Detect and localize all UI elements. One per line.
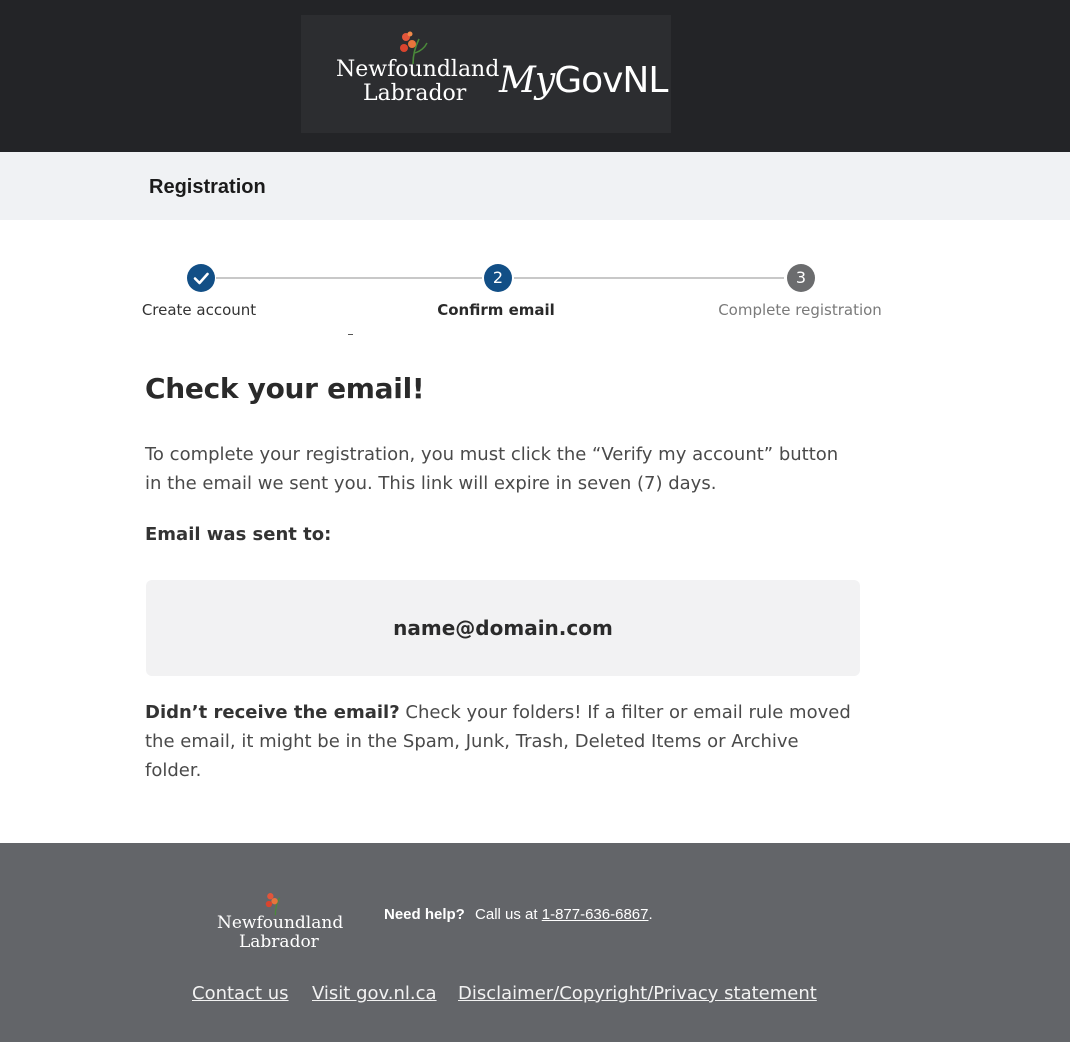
didnt-receive-text: Didn’t receive the email? Check your fol… [145, 698, 857, 785]
site-footer: Newfoundland Labrador Need help? Call us… [0, 843, 1070, 1042]
phone-link[interactable]: 1-877-636-6867 [542, 906, 649, 923]
stepper-connector-1 [216, 277, 482, 279]
help-label: Need help? [384, 906, 465, 923]
step-label-confirm-email: Confirm email [437, 301, 555, 319]
mygovnl-wordmark: MyGovNL [499, 60, 668, 101]
mygovnl-my: My [499, 60, 555, 101]
page-title: Registration [149, 176, 266, 198]
contact-us-link[interactable]: Contact us [192, 983, 289, 1004]
step-label-complete-registration: Complete registration [718, 301, 882, 319]
step-confirm-email-number: 2 [484, 264, 512, 292]
sent-email-address: name@domain.com [393, 616, 613, 640]
sent-to-label: Email was sent to: [145, 520, 857, 549]
site-header: Newfoundland Labrador MyGovNL [0, 0, 1070, 152]
call-text: Call us at [475, 906, 542, 923]
brand-labrador: Labrador [363, 81, 467, 106]
step-create-account-check-icon [187, 264, 215, 292]
registration-stepper: 2 3 Create account Confirm email Complet… [0, 258, 1070, 338]
sent-to-label-text: Email was sent to: [145, 524, 332, 545]
visit-gov-link[interactable]: Visit gov.nl.ca [312, 983, 437, 1004]
mygovnl-gov: GovNL [554, 60, 668, 101]
didnt-receive-heading: Didn’t receive the email? [145, 702, 400, 723]
stepper-connector-2 [514, 277, 784, 279]
step-complete-registration-number: 3 [787, 264, 815, 292]
email-display-box: name@domain.com [146, 580, 860, 676]
header-logo[interactable]: Newfoundland Labrador MyGovNL [301, 15, 671, 133]
footer-brand-labrador: Labrador [239, 932, 319, 952]
instructions-text: To complete your registration, you must … [145, 444, 839, 494]
step-label-create-account: Create account [141, 301, 257, 319]
main-content: Check your email! To complete your regis… [145, 372, 865, 781]
disclaimer-link[interactable]: Disclaimer/Copyright/Privacy statement [458, 983, 817, 1004]
divider-mark [348, 334, 353, 335]
help-line: Need help? Call us at 1-877-636-6867. [384, 906, 653, 923]
main-heading: Check your email! [145, 372, 425, 405]
footer-brand-newfoundland: Newfoundland [217, 913, 344, 933]
brand-newfoundland: Newfoundland [336, 57, 500, 82]
page-title-bar: Registration [0, 152, 1070, 220]
help-period: . [648, 906, 653, 923]
